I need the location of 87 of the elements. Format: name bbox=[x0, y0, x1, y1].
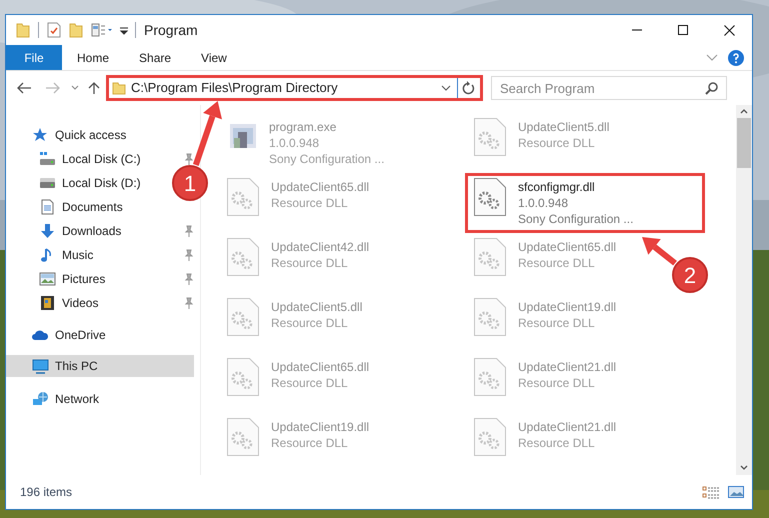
nav-item[interactable]: This PC bbox=[6, 355, 194, 377]
gears-file-icon bbox=[474, 178, 506, 216]
gears-file-icon bbox=[227, 358, 259, 396]
gears-file-icon bbox=[474, 358, 506, 396]
file-name: UpdateClient65.dll bbox=[271, 179, 370, 195]
gears-file-icon bbox=[474, 298, 506, 336]
file-detail: Resource DLL bbox=[271, 255, 349, 271]
file-detail: 1.0.0.948 bbox=[269, 135, 320, 151]
nav-item[interactable]: Local Disk (C:) bbox=[6, 148, 145, 170]
nav-item[interactable]: Network bbox=[6, 388, 104, 410]
gears-file-icon bbox=[474, 418, 506, 456]
scrollbar[interactable] bbox=[736, 105, 752, 475]
file-detail: Resource DLL bbox=[271, 315, 349, 331]
help-icon[interactable] bbox=[728, 50, 744, 66]
expand-ribbon-icon[interactable] bbox=[706, 54, 718, 62]
file-name: UpdateClient19.dll bbox=[271, 419, 370, 435]
file-detail: Resource DLL bbox=[518, 255, 596, 271]
ribbon-tab[interactable]: Home bbox=[62, 45, 124, 70]
recent-locations-icon[interactable] bbox=[71, 85, 79, 91]
gears-file-icon bbox=[227, 238, 259, 276]
picture-icon bbox=[39, 271, 56, 287]
window-title: Program bbox=[144, 20, 198, 40]
file-detail: Resource DLL bbox=[271, 375, 349, 391]
item-count: 196 items bbox=[20, 484, 72, 501]
ribbon-tab[interactable]: Share bbox=[124, 45, 186, 70]
gears-file-icon bbox=[474, 118, 506, 156]
ribbon-tab[interactable]: View bbox=[186, 45, 242, 70]
star-icon bbox=[32, 127, 49, 143]
file-name: program.exe bbox=[269, 119, 338, 135]
back-icon[interactable] bbox=[16, 81, 32, 95]
nav-item[interactable]: Quick access bbox=[6, 124, 130, 146]
file-name: UpdateClient65.dll bbox=[271, 359, 370, 375]
file-menu-button[interactable]: File bbox=[6, 45, 62, 70]
file-name: UpdateClient5.dll bbox=[271, 299, 362, 315]
nav-item[interactable]: Local Disk (D:) bbox=[6, 172, 145, 194]
file-name: UpdateClient19.dll bbox=[518, 299, 616, 315]
close-icon bbox=[724, 24, 734, 36]
file-detail: Sony Configuration ... bbox=[518, 211, 634, 227]
document-icon bbox=[39, 199, 56, 215]
callout-arrow bbox=[642, 237, 677, 266]
file-detail: Resource DLL bbox=[518, 435, 596, 451]
dropdown-icon[interactable] bbox=[441, 85, 451, 91]
file-name: sfconfigmgr.dll bbox=[518, 179, 596, 195]
file-detail: 1.0.0.948 bbox=[518, 195, 570, 211]
drive-icon bbox=[39, 175, 56, 191]
gears-file-icon bbox=[474, 238, 506, 276]
nav-item[interactable]: Videos bbox=[6, 292, 102, 314]
callout-arrow bbox=[193, 101, 222, 166]
download-icon bbox=[39, 223, 56, 239]
file-detail: Resource DLL bbox=[518, 135, 596, 151]
maximize-icon bbox=[678, 25, 688, 35]
file-detail: Resource DLL bbox=[271, 435, 349, 451]
file-detail: Resource DLL bbox=[518, 375, 596, 391]
details-view-icon[interactable] bbox=[702, 485, 720, 499]
tiles-view-icon[interactable] bbox=[728, 485, 744, 499]
gears-file-icon bbox=[227, 418, 259, 456]
file-detail: Resource DLL bbox=[518, 315, 596, 331]
application-icon bbox=[230, 124, 256, 148]
address-path: C:\Program Files\Program Directory bbox=[131, 79, 339, 98]
search-field[interactable]: Search Program bbox=[491, 76, 727, 100]
file-name: UpdateClient5.dll bbox=[518, 119, 610, 135]
gears-file-icon bbox=[227, 178, 259, 216]
address-field[interactable]: C:\Program Files\Program Directory bbox=[106, 75, 483, 101]
gears-file-icon bbox=[227, 298, 259, 336]
monitor-icon bbox=[32, 358, 49, 374]
file-item[interactable]: sfconfigmgr.dll 1.0.0.948 Sony Configuration ... bbox=[465, 173, 705, 233]
file-name: UpdateClient65.dll bbox=[518, 239, 616, 255]
scroll-thumb[interactable] bbox=[737, 118, 751, 168]
nav-item[interactable]: Downloads bbox=[6, 220, 126, 242]
view-menu-icon[interactable] bbox=[91, 22, 113, 38]
file-detail: Resource DLL bbox=[271, 195, 349, 211]
file-name: UpdateClient21.dll bbox=[518, 419, 616, 435]
search-icon bbox=[705, 81, 719, 95]
properties-icon[interactable] bbox=[47, 22, 61, 38]
nav-item[interactable]: Music bbox=[6, 244, 98, 266]
globe-icon bbox=[32, 391, 49, 407]
folder-icon bbox=[112, 81, 126, 95]
minimize-icon bbox=[632, 29, 642, 31]
nav-item[interactable]: OneDrive bbox=[6, 324, 110, 346]
file-name: UpdateClient21.dll bbox=[518, 359, 616, 375]
nav-item[interactable]: Documents bbox=[6, 196, 127, 218]
film-icon bbox=[39, 295, 56, 311]
nav-item[interactable]: Pictures bbox=[6, 268, 110, 290]
drive-icon bbox=[39, 151, 56, 167]
file-name: UpdateClient42.dll bbox=[271, 239, 370, 255]
file-detail: Sony Configuration ... bbox=[269, 151, 384, 167]
up-icon[interactable] bbox=[87, 81, 101, 95]
